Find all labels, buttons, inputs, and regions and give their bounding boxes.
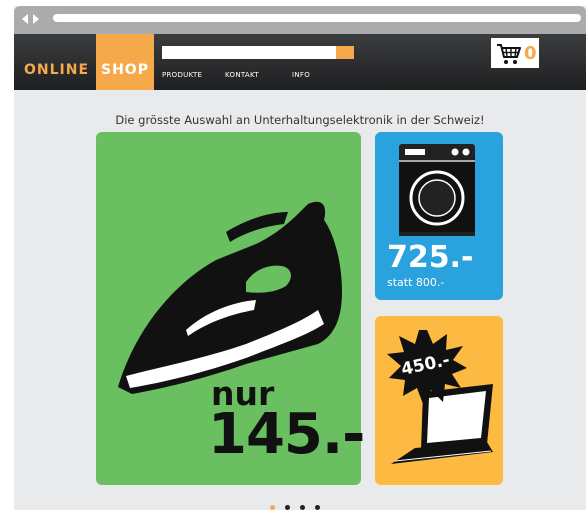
- logo-online[interactable]: ONLINE: [14, 34, 96, 90]
- back-arrow-icon[interactable]: [22, 14, 28, 24]
- cart-count: 0: [524, 43, 537, 64]
- tagline: Die grösste Auswahl an Unterhaltungselek…: [115, 113, 485, 127]
- offer-laptop-tile[interactable]: 450.-: [375, 316, 503, 485]
- search-input[interactable]: [162, 46, 336, 59]
- forward-arrow-icon[interactable]: [33, 14, 39, 24]
- iron-price: 145.-: [208, 402, 365, 467]
- washer-price: 725.-: [387, 240, 474, 275]
- menu-item-produkte[interactable]: PRODUKTE: [162, 71, 202, 79]
- browser-toolbar: [14, 6, 586, 34]
- logo-shop-text: SHOP: [101, 62, 149, 78]
- logo-online-text: ONLINE: [24, 62, 90, 78]
- carousel-dot-2[interactable]: [285, 505, 290, 510]
- logo-shop[interactable]: SHOP: [96, 34, 154, 90]
- offer-iron-tile[interactable]: nur 145.-: [96, 132, 365, 485]
- menu-item-kontakt[interactable]: KONTAKT: [225, 71, 259, 79]
- carousel-dot-4[interactable]: [315, 505, 320, 510]
- washing-machine-icon: [399, 144, 475, 236]
- carousel-dot-1[interactable]: [270, 505, 275, 510]
- cart-icon: [497, 44, 521, 64]
- address-bar[interactable]: [53, 14, 581, 22]
- browser-window: ONLINE SHOP PRODUKTE KONTAKT INFO 0 Die …: [14, 6, 586, 510]
- offer-washer-tile[interactable]: 725.- statt 800.-: [375, 132, 503, 300]
- site-header: ONLINE SHOP PRODUKTE KONTAKT INFO 0: [14, 34, 586, 90]
- washer-old-price: statt 800.-: [387, 276, 445, 289]
- cart-button[interactable]: 0: [491, 38, 539, 68]
- menu-item-info[interactable]: INFO: [292, 71, 310, 79]
- search-button[interactable]: [336, 46, 354, 59]
- carousel-dot-3[interactable]: [300, 505, 305, 510]
